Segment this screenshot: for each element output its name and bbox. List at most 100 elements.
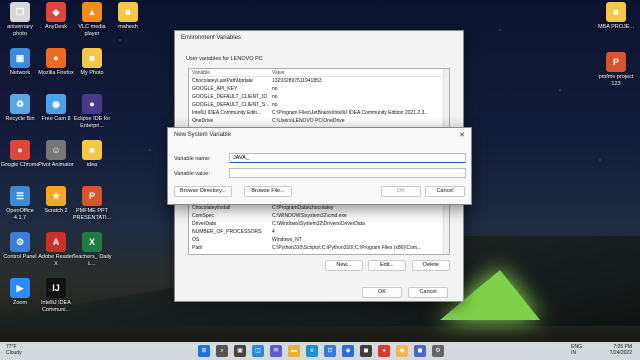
value-cell: C:\Program Files\JetBrains\IntelliJ IDEA… bbox=[272, 110, 429, 116]
variable-cell: OneDrive bbox=[192, 118, 214, 124]
desktop-icon[interactable]: P PMFME PPT PRESENTATI... bbox=[72, 186, 112, 221]
desktop-icon-glyph: ☰ bbox=[10, 186, 30, 206]
value-cell: 132932897511941853 bbox=[272, 78, 322, 84]
desktop-icon-label: Mozilla Firefox bbox=[38, 70, 74, 76]
app-icon[interactable]: ◼ bbox=[414, 345, 426, 357]
table-row[interactable]: GOOGLE_DEFAULT_CLIENT_ID no bbox=[189, 93, 449, 101]
chat-icon[interactable]: ✉ bbox=[270, 345, 282, 357]
variable-cell: ComSpec bbox=[192, 213, 214, 219]
variable-cell: GOOGLE_DEFAULT_CLIENT_ID bbox=[192, 94, 267, 100]
close-icon[interactable]: ✕ bbox=[459, 131, 465, 139]
desktop-icon[interactable]: ▣ Network bbox=[0, 48, 40, 77]
variable-cell: OS bbox=[192, 237, 200, 243]
table-row[interactable]: NUMBER_OF_PROCESSORS 4 bbox=[189, 228, 449, 236]
desktop-icon[interactable]: Ppmfme project 123 bbox=[596, 52, 636, 87]
cancel-button[interactable]: Cancel bbox=[408, 287, 448, 298]
app-icon[interactable]: ◆ bbox=[396, 345, 408, 357]
app-icon[interactable]: ◼ bbox=[360, 345, 372, 357]
clock[interactable]: 7:05 PM 7/24/2022 bbox=[610, 344, 632, 356]
desktop-icon[interactable]: ● Google Chrome bbox=[0, 140, 40, 169]
desktop-icon-glyph: X bbox=[82, 232, 102, 252]
dialog-ok-button[interactable]: OK bbox=[381, 186, 421, 197]
app-icon[interactable]: ◆ bbox=[342, 345, 354, 357]
system-list-scrollbar[interactable] bbox=[443, 204, 449, 254]
browse-file-button[interactable]: Browse File... bbox=[244, 186, 292, 197]
system-variables-list[interactable]: ChocolateyInstall C:\ProgramData\chocolat… bbox=[188, 203, 450, 255]
taskbar: 77°F Cloudy ⊞ ⌕ ▣ ◫ ✉ ▬ e ⊡ ◆ ◼ ● ◆ ◼ ⚙ … bbox=[0, 342, 640, 360]
table-row[interactable]: OneDrive C:\Users\LENOVO PC\OneDrive bbox=[189, 117, 449, 125]
table-row[interactable]: Path C:\Python310\Scripts\;C:\Python310\;… bbox=[189, 244, 449, 252]
table-row[interactable]: DriverData C:\Windows\System32\Drivers\Dr… bbox=[189, 220, 449, 228]
delete-button[interactable]: Delete bbox=[412, 260, 450, 271]
desktop-icon-glyph: ⚙ bbox=[10, 232, 30, 252]
new-button[interactable]: New... bbox=[325, 260, 363, 271]
desktop-icon-glyph: ◆ bbox=[46, 2, 66, 22]
file-explorer-icon[interactable]: ▬ bbox=[288, 345, 300, 357]
language-secondary: IN bbox=[571, 350, 577, 356]
desktop-icon[interactable]: IJ IntelliJ IDEA Communi... bbox=[36, 278, 76, 313]
desktop-icon[interactable]: ♻ Recycle Bin bbox=[0, 94, 40, 123]
edit-button[interactable]: Edit... bbox=[368, 260, 406, 271]
variable-name-input[interactable]: JAVA_ bbox=[229, 153, 466, 163]
desktop-icon-label: Scratch 2 bbox=[44, 208, 68, 214]
desktop-icon[interactable]: ▶ Zoom bbox=[0, 278, 40, 307]
value-cell: C:\Python310\Scripts\;C:\Python310\;C:\P… bbox=[272, 245, 422, 251]
language-indicator[interactable]: ENG IN bbox=[571, 344, 582, 356]
column-variable: Variable bbox=[192, 70, 210, 76]
user-variables-list[interactable]: Variable Value ChocolateyLastPathUpdate 1… bbox=[188, 68, 450, 134]
desktop-icon[interactable]: ❐ anivernary photo bbox=[0, 2, 40, 37]
table-row[interactable]: ChocolateyInstall C:\ProgramData\chocolat… bbox=[189, 204, 449, 212]
table-row[interactable]: IntelliJ IDEA Community Editi... C:\Progr… bbox=[189, 109, 449, 117]
desktop-icon[interactable]: ◆ AnyDesk bbox=[36, 2, 76, 31]
desktop-icon[interactable]: ◉ Free Cam 8 bbox=[36, 94, 76, 123]
desktop-icon-label: Control Panel bbox=[3, 254, 37, 260]
value-cell: Windows_NT bbox=[272, 237, 302, 243]
variable-value-label: Variable value: bbox=[174, 171, 210, 177]
table-row[interactable]: ChocolateyLastPathUpdate 1329328975119418… bbox=[189, 77, 449, 85]
edge-icon[interactable]: e bbox=[306, 345, 318, 357]
widgets-icon[interactable]: ◫ bbox=[252, 345, 264, 357]
weather-widget[interactable]: 77°F Cloudy bbox=[6, 344, 22, 356]
desktop-icon[interactable]: ▲ VLC media player bbox=[72, 2, 112, 37]
settings-icon[interactable]: ⚙ bbox=[432, 345, 444, 357]
desktop-icon[interactable]: ★ Scratch 2 bbox=[36, 186, 76, 215]
desktop-icon[interactable]: ☺ Pivot Animator bbox=[36, 140, 76, 169]
desktop-icon[interactable]: ■ idea bbox=[72, 140, 112, 169]
table-row[interactable]: GOOGLE_API_KEY no bbox=[189, 85, 449, 93]
dialog-cancel-button[interactable]: Cancel bbox=[425, 186, 465, 197]
desktop-icon-glyph: ■ bbox=[118, 2, 138, 22]
desktop-icon[interactable]: A Adobe Reader X bbox=[36, 232, 76, 267]
desktop-icon[interactable]: ■ MBA PROJE... bbox=[596, 2, 636, 31]
user-variables-label: User variables for LENOVO PC bbox=[186, 56, 263, 62]
search-icon[interactable]: ⌕ bbox=[216, 345, 228, 357]
browse-directory-button[interactable]: Browse Directory... bbox=[174, 186, 232, 197]
ok-button[interactable]: OK bbox=[362, 287, 402, 298]
desktop-icon[interactable]: ● Eclipse IDE for Enterpri... bbox=[72, 94, 112, 129]
task-view-icon[interactable]: ▣ bbox=[234, 345, 246, 357]
desktop-icon-label: mahesh bbox=[118, 24, 138, 30]
desktop-icon-glyph: ❐ bbox=[10, 2, 30, 22]
variable-cell: IntelliJ IDEA Community Editi... bbox=[192, 110, 261, 116]
table-row[interactable]: ComSpec C:\WINDOWS\system32\cmd.exe bbox=[189, 212, 449, 220]
desktop-icon-glyph: ▲ bbox=[82, 2, 102, 22]
desktop-icon[interactable]: ⚙ Control Panel bbox=[0, 232, 40, 261]
desktop-icon[interactable]: ☰ OpenOffice 4.1.7 bbox=[0, 186, 40, 221]
variable-value-input[interactable] bbox=[229, 168, 466, 178]
dialog-title: New System Variable bbox=[174, 132, 231, 138]
desktop-icon[interactable]: ■ My Photo bbox=[72, 48, 112, 77]
variable-name-label: Variable name: bbox=[174, 156, 211, 162]
desktop-icon[interactable]: ■ mahesh bbox=[108, 2, 148, 31]
chrome-icon[interactable]: ● bbox=[378, 345, 390, 357]
table-row[interactable]: GOOGLE_DEFAULT_CLIENT_S... no bbox=[189, 101, 449, 109]
user-list-scrollbar[interactable] bbox=[443, 69, 449, 133]
value-cell: 4 bbox=[272, 229, 275, 235]
table-row[interactable]: OS Windows_NT bbox=[189, 236, 449, 244]
start-icon[interactable]: ⊞ bbox=[198, 345, 210, 357]
desktop-icon[interactable]: X Teachers_ Daily L... bbox=[72, 232, 112, 267]
desktop-icon[interactable]: ● Mozilla Firefox bbox=[36, 48, 76, 77]
store-icon[interactable]: ⊡ bbox=[324, 345, 336, 357]
desktop-icon-label: Google Chrome bbox=[0, 162, 40, 168]
desktop-icon-glyph: ▶ bbox=[10, 278, 30, 298]
desktop-icon-label: OpenOffice 4.1.7 bbox=[6, 208, 34, 221]
desktop-icon-glyph: P bbox=[606, 52, 626, 72]
